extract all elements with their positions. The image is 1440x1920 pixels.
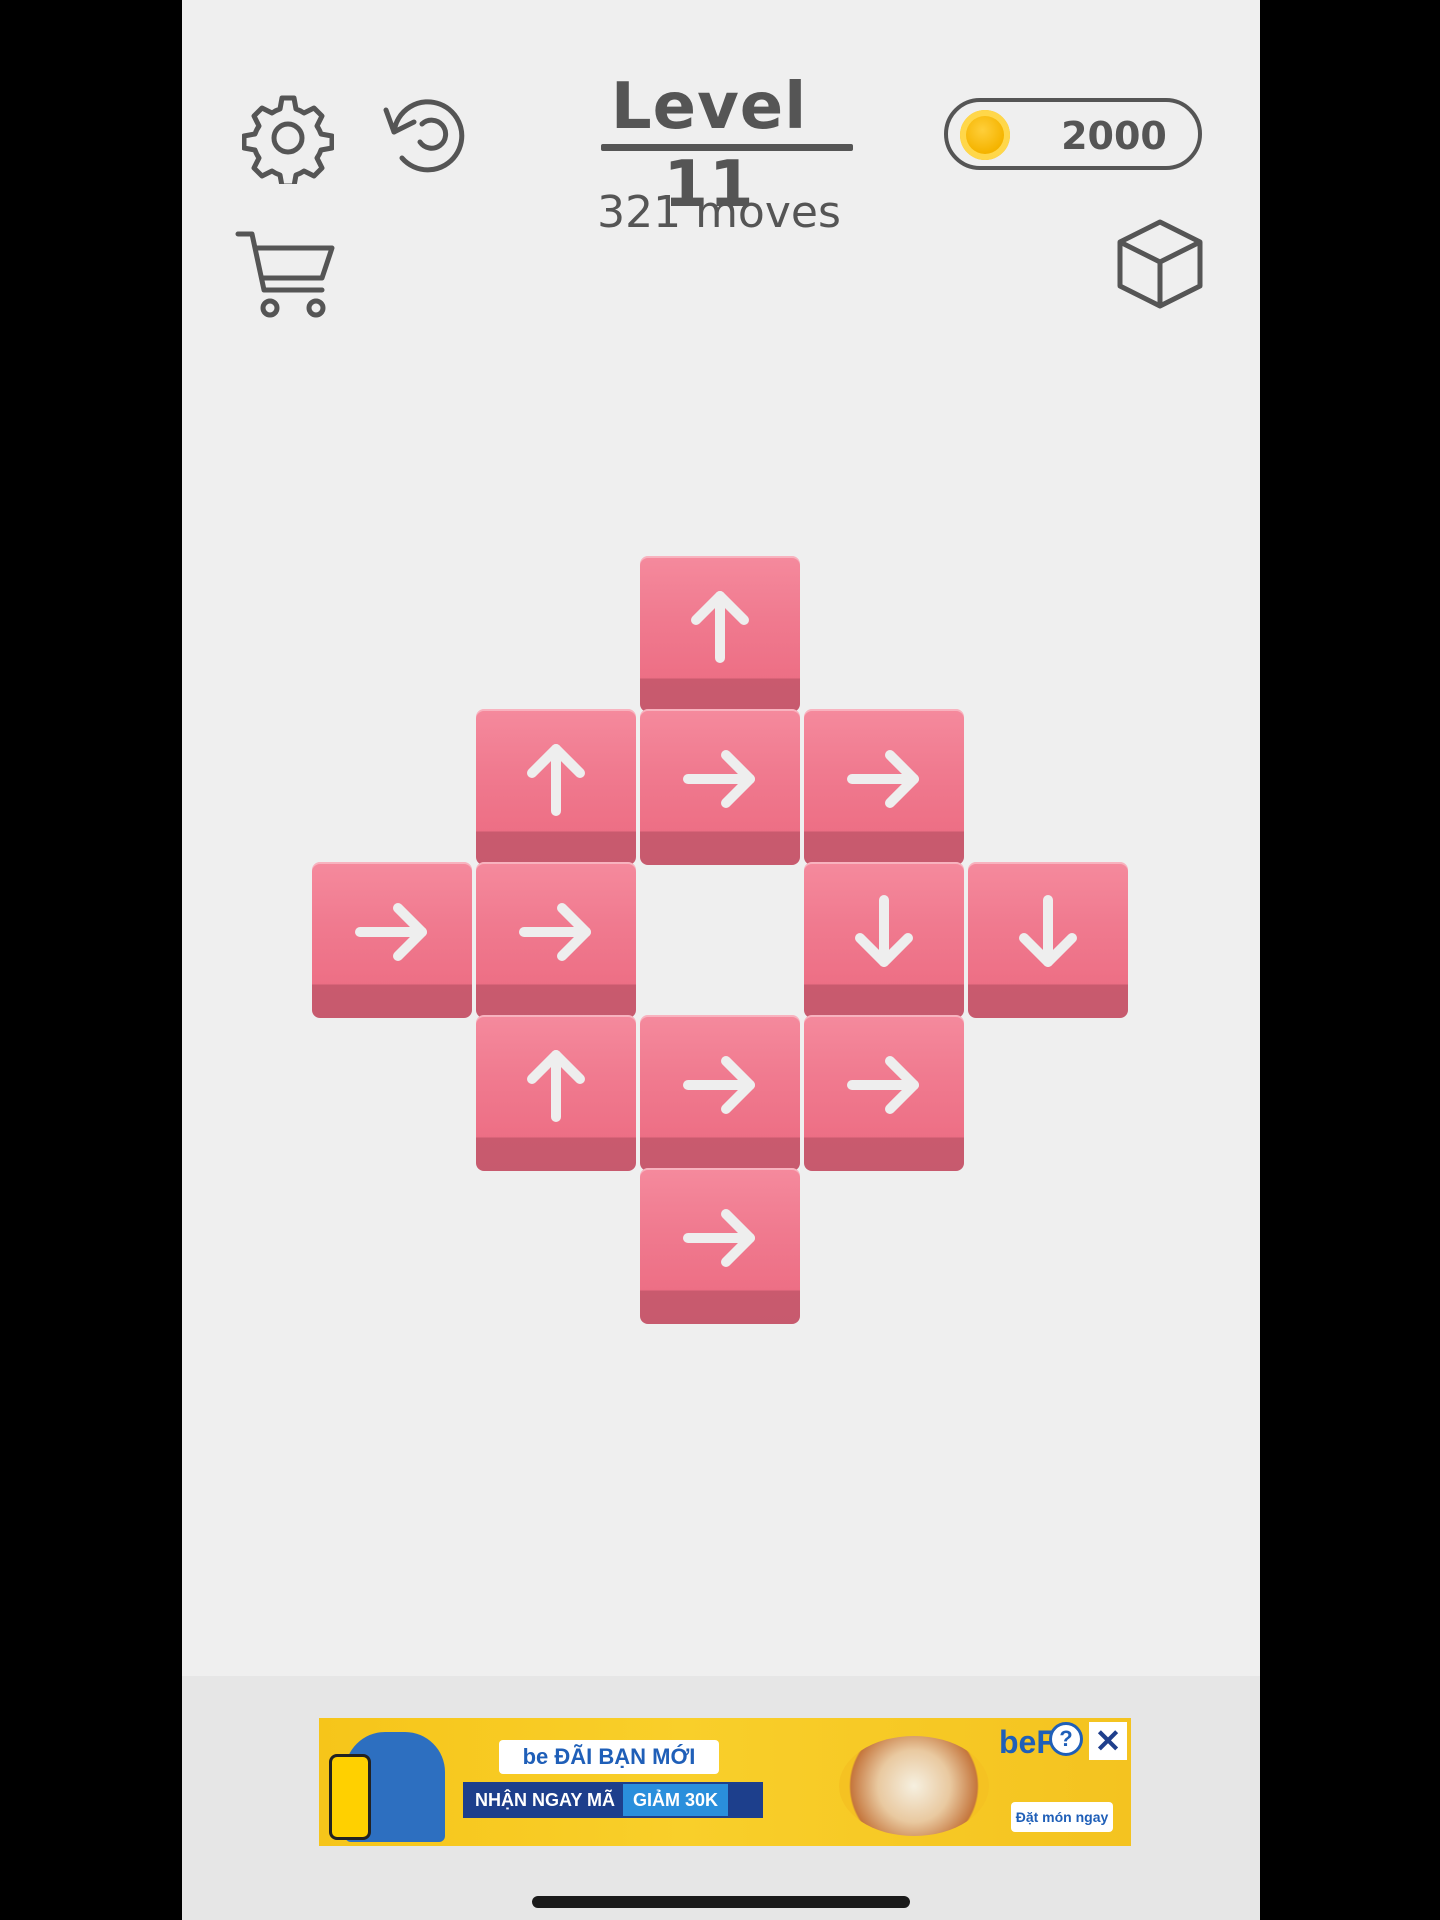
ad-close-icon[interactable]: ✕ bbox=[1089, 1722, 1127, 1760]
arrow-tile-up[interactable] bbox=[476, 1015, 636, 1171]
ad-cta-button[interactable]: Đặt món ngay bbox=[1011, 1802, 1113, 1832]
gear-icon[interactable] bbox=[241, 92, 335, 189]
ad-headline: be ĐÃI BẠN MỚI bbox=[499, 1740, 719, 1774]
arrow-tile-right[interactable] bbox=[640, 1015, 800, 1171]
ad-banner[interactable]: be ĐÃI BẠN MỚI NHẬN NGAY MÃ GIẢM 30K beF … bbox=[319, 1718, 1131, 1846]
home-indicator[interactable] bbox=[532, 1896, 910, 1908]
arrow-tile-right[interactable] bbox=[804, 709, 964, 865]
arrow-right-icon bbox=[847, 750, 919, 808]
arrow-up-icon bbox=[527, 744, 585, 816]
arrow-right-icon bbox=[519, 903, 591, 961]
ad-info-icon[interactable]: ? bbox=[1049, 1722, 1083, 1756]
arrow-tile-down[interactable] bbox=[968, 862, 1128, 1018]
arrow-tile-right[interactable] bbox=[312, 862, 472, 1018]
coin-icon bbox=[960, 110, 1010, 160]
arrow-tile-right[interactable] bbox=[640, 709, 800, 865]
arrow-tile-right[interactable] bbox=[476, 862, 636, 1018]
arrow-tile-up[interactable] bbox=[476, 709, 636, 865]
arrow-right-icon bbox=[847, 1056, 919, 1114]
cart-icon[interactable] bbox=[234, 228, 338, 320]
restart-icon[interactable] bbox=[380, 92, 472, 184]
ad-food-image bbox=[839, 1736, 989, 1836]
arrow-up-icon bbox=[691, 591, 749, 663]
ad-sub-left: NHẬN NGAY MÃ bbox=[475, 1790, 616, 1810]
ad-brand: beF bbox=[999, 1724, 1056, 1760]
arrow-tile-right[interactable] bbox=[804, 1015, 964, 1171]
arrow-tile-up[interactable] bbox=[640, 556, 800, 712]
arrow-right-icon bbox=[355, 903, 427, 961]
ad-subline: NHẬN NGAY MÃ GIẢM 30K bbox=[463, 1782, 763, 1818]
ad-sub-right: GIẢM 30K bbox=[623, 1784, 729, 1816]
arrow-right-icon bbox=[683, 1056, 755, 1114]
arrow-right-icon bbox=[683, 1209, 755, 1267]
coin-balance[interactable]: 2000 bbox=[944, 98, 1202, 170]
level-title-underline bbox=[601, 144, 853, 151]
moves-counter: 321 moves bbox=[597, 187, 841, 238]
arrow-up-icon bbox=[527, 1050, 585, 1122]
cube-icon[interactable] bbox=[1112, 216, 1208, 312]
coin-count: 2000 bbox=[1061, 114, 1167, 158]
ad-bar: be ĐÃI BẠN MỚI NHẬN NGAY MÃ GIẢM 30K beF … bbox=[182, 1676, 1260, 1920]
arrow-tile-right[interactable] bbox=[640, 1168, 800, 1324]
arrow-down-icon bbox=[1019, 895, 1077, 967]
arrow-right-icon bbox=[683, 750, 755, 808]
arrow-down-icon bbox=[855, 895, 913, 967]
arrow-tile-down[interactable] bbox=[804, 862, 964, 1018]
game-screen: Level 11 321 moves 2000 be ĐÃI BẠN MỚI N… bbox=[182, 0, 1260, 1920]
ad-phone-image bbox=[329, 1754, 371, 1840]
